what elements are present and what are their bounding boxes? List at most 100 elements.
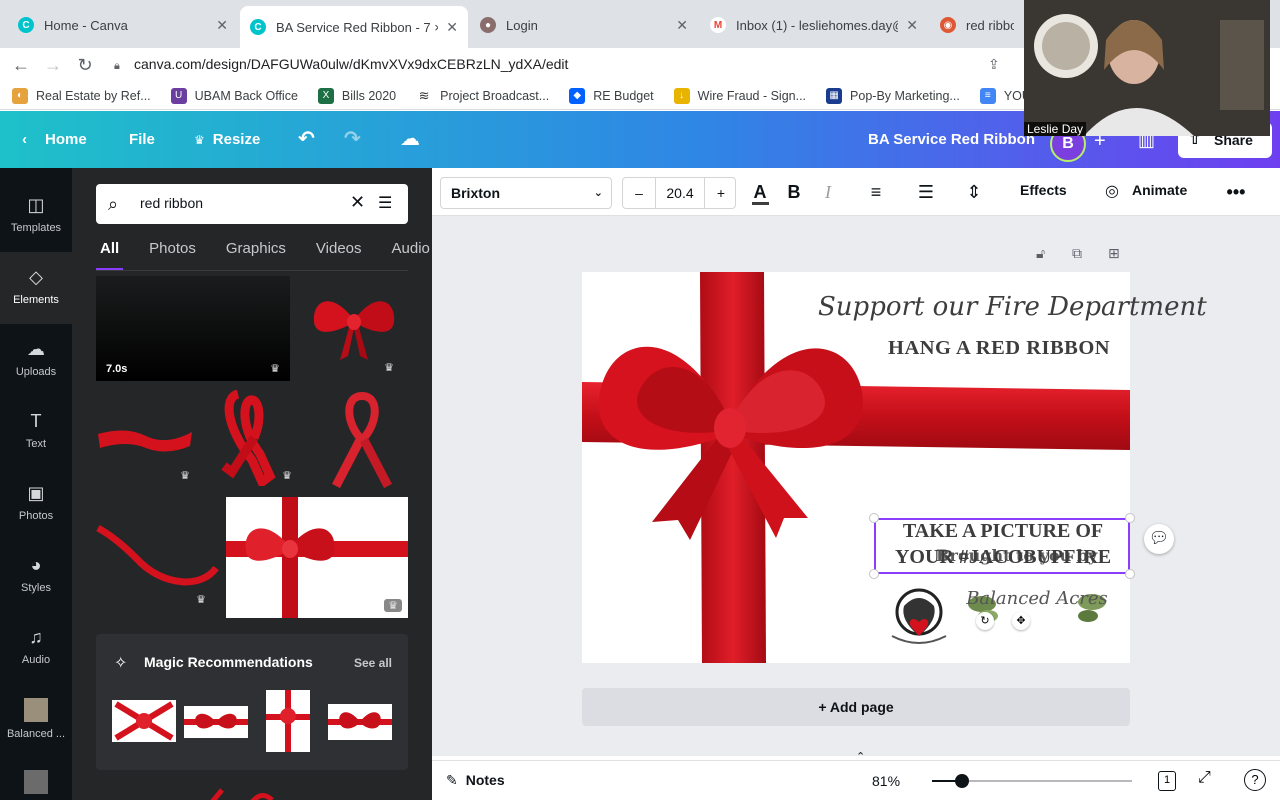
page-count-button[interactable]: 1 bbox=[1158, 771, 1176, 791]
lock-page-icon[interactable]: 🔓︎ bbox=[1036, 245, 1045, 262]
recommendation-thumbnail[interactable] bbox=[112, 700, 176, 742]
tab-all[interactable]: All bbox=[96, 240, 124, 270]
close-icon[interactable]: ✕ bbox=[446, 19, 458, 36]
close-icon[interactable]: ✕ bbox=[906, 17, 918, 34]
share-page-icon[interactable]: ⇪ bbox=[988, 56, 1000, 73]
align-button[interactable]: ≡ bbox=[864, 180, 888, 204]
resize-handle[interactable] bbox=[869, 513, 879, 523]
result-red-bow[interactable]: ♛ bbox=[302, 280, 406, 376]
canva-icon: C bbox=[18, 17, 34, 33]
recommendation-thumbnail[interactable] bbox=[184, 706, 248, 738]
font-size-stepper[interactable]: – 20.4 + bbox=[622, 177, 736, 209]
decrease-size-button[interactable]: – bbox=[623, 178, 655, 208]
close-icon[interactable]: ✕ bbox=[676, 17, 688, 34]
duplicate-page-icon[interactable]: ⧉ bbox=[1072, 245, 1082, 262]
effects-button[interactable]: Effects bbox=[1020, 182, 1067, 198]
back-arrow-icon[interactable]: ← bbox=[10, 54, 32, 76]
tab-photos[interactable]: Photos bbox=[145, 240, 200, 270]
clear-search-icon[interactable]: ✕ bbox=[350, 192, 365, 213]
result-video-thumbnail[interactable]: 7.0s ♛ bbox=[96, 276, 290, 381]
increase-size-button[interactable]: + bbox=[705, 178, 737, 208]
resize-handle[interactable] bbox=[1125, 513, 1135, 523]
cloud-check-icon: ☁ bbox=[400, 128, 420, 150]
result-partial-ribbon[interactable] bbox=[202, 784, 282, 800]
design-hang-heading[interactable]: HANG A RED RIBBON bbox=[888, 337, 1110, 360]
fullscreen-icon[interactable]: ⤢ bbox=[1198, 769, 1211, 787]
move-icon[interactable]: ✥ bbox=[1012, 612, 1030, 630]
bookmark-pop-by[interactable]: ▦ Pop-By Marketing... bbox=[826, 87, 960, 104]
add-comment-button[interactable]: 💬︎ bbox=[1144, 524, 1174, 554]
rail-more-apps[interactable] bbox=[0, 756, 72, 800]
forward-arrow-icon[interactable]: → bbox=[42, 54, 64, 76]
browser-tab-login[interactable]: ● Login ✕ bbox=[470, 8, 698, 42]
design-page[interactable]: Balanced Acres bbox=[582, 272, 1130, 663]
bookmark-bills[interactable]: X Bills 2020 bbox=[317, 87, 396, 104]
browser-tab-design[interactable]: C BA Service Red Ribbon - 7 × ✕ bbox=[240, 6, 468, 48]
see-all-link[interactable]: See all bbox=[354, 656, 392, 670]
lion-logo-image[interactable] bbox=[884, 576, 954, 652]
list-button[interactable]: ☰ bbox=[914, 180, 938, 204]
filter-icon[interactable]: ☰ bbox=[378, 193, 392, 213]
tab-videos[interactable]: Videos bbox=[312, 240, 366, 270]
rail-templates[interactable]: ◫ Templates bbox=[0, 180, 72, 252]
home-button[interactable]: ‹ Home bbox=[22, 111, 87, 168]
italic-button[interactable]: I bbox=[816, 180, 840, 204]
result-gift-bow-photo[interactable]: ♛ bbox=[226, 497, 408, 618]
redo-button[interactable]: ↷ bbox=[344, 111, 361, 168]
rail-photos[interactable]: ▣ Photos bbox=[0, 468, 72, 540]
recommendation-thumbnail[interactable] bbox=[266, 690, 310, 752]
resize-handle[interactable] bbox=[1125, 569, 1135, 579]
add-page-icon[interactable]: ⊞ bbox=[1108, 245, 1120, 262]
resize-handle[interactable] bbox=[869, 569, 879, 579]
result-ribbon-banner[interactable]: ♛ bbox=[96, 390, 196, 484]
spacing-button[interactable]: ⇕ bbox=[962, 180, 986, 204]
url-field[interactable]: 🔒︎ canva.com/design/DAFGUWa0ulw/dKmvXVx9d… bbox=[114, 50, 1014, 78]
zoom-slider-knob[interactable] bbox=[955, 774, 969, 788]
crown-icon: ♛ bbox=[270, 363, 280, 375]
undo-button[interactable]: ↶ bbox=[298, 111, 315, 168]
text-color-button[interactable]: A bbox=[748, 180, 772, 205]
rail-text[interactable]: T Text bbox=[0, 396, 72, 468]
browser-tab-inbox[interactable]: M Inbox (1) - lesliehomes.day@ ✕ bbox=[700, 8, 928, 42]
file-menu-button[interactable]: File bbox=[129, 111, 155, 168]
notes-button[interactable]: ✎ Notes bbox=[446, 772, 505, 789]
result-curly-ribbon[interactable]: ♛ bbox=[96, 508, 222, 608]
design-script-title[interactable]: Support our Fire Department bbox=[818, 292, 1207, 322]
recommendation-thumbnail[interactable] bbox=[328, 704, 392, 740]
more-options-button[interactable]: ••• bbox=[1224, 180, 1248, 204]
result-pink-ribbon[interactable] bbox=[322, 390, 402, 490]
bookmark-wire-fraud[interactable]: ↓ Wire Fraud - Sign... bbox=[673, 87, 806, 104]
bookmark-project-broadcast[interactable]: ≋ Project Broadcast... bbox=[416, 87, 549, 104]
bookmark-re-budget[interactable]: ◆ RE Budget bbox=[569, 87, 654, 104]
rail-uploads[interactable]: ☁ Uploads bbox=[0, 324, 72, 396]
cloud-saved-button[interactable]: ☁ bbox=[400, 111, 420, 168]
rail-elements[interactable]: ◇ Elements bbox=[0, 252, 72, 324]
text-color-icon: A bbox=[751, 182, 769, 205]
rail-styles[interactable]: ◕ Styles bbox=[0, 540, 72, 612]
font-selector[interactable]: Brixton ⌄ bbox=[440, 177, 612, 209]
design-title[interactable]: BA Service Red Ribbon bbox=[868, 111, 1035, 168]
zoom-value[interactable]: 81% bbox=[872, 773, 900, 789]
rotate-icon[interactable]: ↻ bbox=[976, 612, 994, 630]
result-awareness-ribbon[interactable]: ♛ bbox=[202, 390, 298, 486]
zoom-slider[interactable] bbox=[932, 774, 1132, 788]
resize-button[interactable]: ♛ Resize bbox=[194, 111, 260, 168]
tab-graphics[interactable]: Graphics bbox=[222, 240, 290, 270]
close-icon[interactable]: ✕ bbox=[216, 17, 228, 34]
reload-icon[interactable]: ↻ bbox=[74, 54, 96, 76]
bold-button[interactable]: B bbox=[782, 180, 806, 204]
bookmark-real-estate[interactable]: ◐ Real Estate by Ref... bbox=[12, 87, 151, 104]
search-input[interactable]: ⌕ red ribbon ✕ ☰ bbox=[96, 184, 408, 224]
apps-icon bbox=[24, 770, 48, 794]
animate-button[interactable]: Animate bbox=[1132, 182, 1187, 198]
browser-tab-home-canva[interactable]: C Home - Canva ✕ bbox=[8, 8, 238, 42]
tab-audio[interactable]: Audio bbox=[388, 240, 433, 270]
bookmark-ubam[interactable]: U UBAM Back Office bbox=[170, 87, 298, 104]
font-size-value[interactable]: 20.4 bbox=[655, 178, 705, 208]
browser-tab-red-ribbon[interactable]: ◉ red ribbon bbox=[930, 8, 1024, 42]
grid-icon: ▦ bbox=[826, 87, 843, 104]
help-icon[interactable]: ? bbox=[1244, 769, 1266, 791]
rail-brand-folder[interactable]: Balanced ... bbox=[0, 684, 72, 756]
rail-audio[interactable]: ♫ Audio bbox=[0, 612, 72, 684]
add-page-button[interactable]: + Add page bbox=[582, 688, 1130, 726]
